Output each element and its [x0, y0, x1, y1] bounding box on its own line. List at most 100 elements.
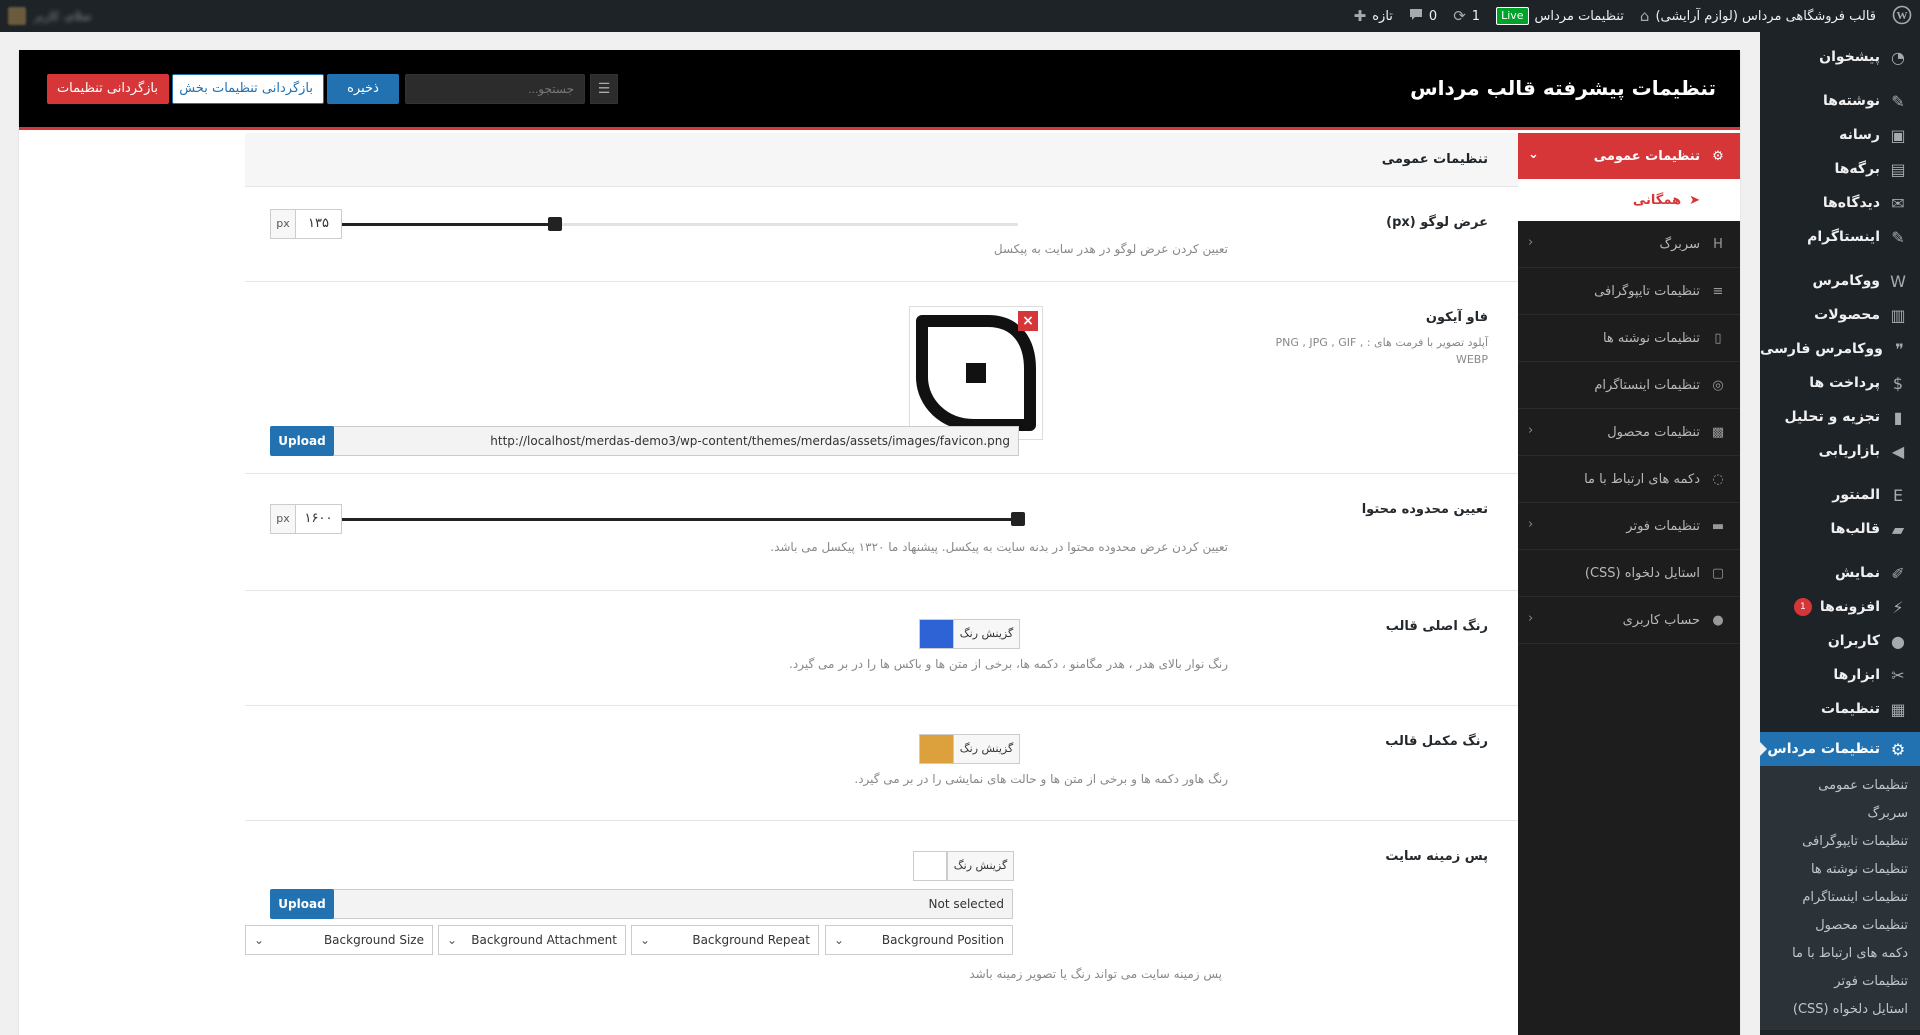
panel-header: تنظیمات پیشرفته قالب مرداس بازگردانی تنظ… — [19, 50, 1740, 130]
submenu-item-5[interactable]: تنظیمات اینستاگرام — [1760, 884, 1920, 912]
menu-item-7[interactable]: W ووکامرس — [1760, 264, 1920, 298]
nav-item-8[interactable]: ▢ استایل دلخواه (CSS) — [1518, 550, 1740, 597]
save-button[interactable]: ذخیره — [327, 74, 399, 104]
search-input[interactable] — [405, 74, 585, 104]
field-favicon: فاو آیکون آپلود تصویر با فرمت های : PNG … — [245, 282, 1518, 474]
field-title: رنگ مکمل قالب — [1385, 734, 1488, 749]
primary-color-picker[interactable]: گزینش رنگ — [919, 619, 1020, 649]
nav-item-6[interactable]: ◌ دکمه های ارتباط با ما — [1518, 456, 1740, 503]
logo-width-input[interactable]: px ۱۳۵ — [270, 209, 342, 239]
nav-item-4[interactable]: ◎ تنظیمات اینستاگرام — [1518, 362, 1740, 409]
menu-item-8[interactable]: ▥ محصولات — [1760, 298, 1920, 332]
nav-item-3[interactable]: ▯ تنظیمات نوشته ها — [1518, 315, 1740, 362]
submenu-item-2[interactable]: سربرگ — [1760, 800, 1920, 828]
menu-item-17[interactable]: ● کاربران — [1760, 624, 1920, 658]
background-size-select[interactable]: Background Size ⌄ — [245, 925, 433, 955]
background-color-picker[interactable]: گزینش رنگ — [913, 851, 1014, 881]
background-attachment-select[interactable]: Background Attachment ⌄ — [438, 925, 626, 955]
remove-favicon-button[interactable]: × — [1018, 311, 1038, 331]
menu-separator — [1760, 74, 1920, 84]
home-icon: ⌂ — [1639, 6, 1650, 25]
menu-item-3[interactable]: ▣ رسانه — [1760, 118, 1920, 152]
user-avatar[interactable] — [8, 7, 26, 25]
updates-link[interactable]: ⟳ 1 — [1445, 0, 1488, 32]
field-subtitle: آپلود تصویر با فرمت های : PNG , JPG , GI… — [1275, 336, 1489, 366]
slider-handle[interactable] — [548, 217, 563, 231]
nav-item-label: تنظیمات تایپوگرافی — [1594, 283, 1700, 299]
content-width-slider[interactable] — [318, 512, 1025, 526]
menu-item-5[interactable]: ✉ دیدگاه‌ها — [1760, 186, 1920, 220]
submenu-item-8[interactable]: تنظیمات فوتر — [1760, 968, 1920, 996]
content-width-input[interactable]: px ۱۶۰۰ — [270, 504, 342, 534]
nav-item-1[interactable]: H سربرگ ‹ — [1518, 221, 1740, 268]
secondary-color-picker[interactable]: گزینش رنگ — [919, 734, 1020, 764]
pick-color-button[interactable]: گزینش رنگ — [947, 852, 1013, 880]
menu-item-label: بازاریابی — [1818, 443, 1880, 459]
nav-item-9[interactable]: ● حساب کاربری ‹ — [1518, 597, 1740, 644]
menu-item-9[interactable]: ❞ ووکامرس فارسی — [1760, 332, 1920, 366]
submenu-item-7[interactable]: دکمه های ارتباط با ما — [1760, 940, 1920, 968]
submenu-item-3[interactable]: تنظیمات تایپوگرافی — [1760, 828, 1920, 856]
nav-item-general[interactable]: ⚙ تنظیمات عمومی ⌄ — [1518, 133, 1740, 179]
nav-sub-item-general[interactable]: ➤ همگانی — [1518, 179, 1740, 221]
favicon-upload-button[interactable]: Upload — [270, 426, 334, 456]
comments-link[interactable]: 0 — [1401, 0, 1445, 32]
nav-item-2[interactable]: ≡ تنظیمات تایپوگرافی — [1518, 268, 1740, 315]
site-name-link[interactable]: ⌂ قالب فروشگاهی مرداس (لوازم آرایشی) — [1632, 0, 1884, 32]
menu-item-12[interactable]: ◀ بازاریابی — [1760, 434, 1920, 468]
chart-icon: ▮ — [1893, 407, 1903, 427]
updates-count: 1 — [1471, 8, 1481, 24]
menu-item-label: برگه‌ها — [1834, 161, 1880, 177]
menu-item-15[interactable]: ✐ نمایش — [1760, 556, 1920, 590]
menu-item-14[interactable]: ▰ قالب‌ها — [1760, 512, 1920, 546]
field-description: رنگ هاور دکمه ها و برخی از متن ها و حالت… — [854, 772, 1228, 786]
background-repeat-select[interactable]: Background Repeat ⌄ — [631, 925, 819, 955]
menu-item-merdas-settings[interactable]: ⚙ تنظیمات مرداس — [1760, 732, 1920, 766]
background-image-input[interactable]: Not selected — [327, 889, 1013, 919]
submenu-item-9[interactable]: استایل دلخواه (CSS) — [1760, 996, 1920, 1024]
background-position-select[interactable]: Background Position ⌄ — [825, 925, 1013, 955]
nav-item-5[interactable]: ▩ تنظیمات محصول ‹ — [1518, 409, 1740, 456]
merdas-settings-link[interactable]: Live تنظیمات مرداس — [1488, 0, 1632, 32]
unit-label: px — [271, 505, 296, 533]
menu-item-2[interactable]: ✎ نوشته‌ها — [1760, 84, 1920, 118]
submenu-item-1[interactable]: تنظیمات عمومی — [1760, 772, 1920, 800]
menu-item-11[interactable]: ▮ تجزیه و تحلیل — [1760, 400, 1920, 434]
favicon-url-input[interactable]: http://localhost/merdas-demo3/wp-content… — [327, 426, 1019, 456]
menu-item-16[interactable]: ⚡ افزونه‌ها 1 — [1760, 590, 1920, 624]
background-upload-button[interactable]: Upload — [270, 889, 334, 919]
settings-icon: ▦ — [1890, 699, 1906, 719]
menu-item-10[interactable]: $ پرداخت ها — [1760, 366, 1920, 400]
menu-item-6[interactable]: ✎ اینستاگرام — [1760, 220, 1920, 254]
menu-item-4[interactable]: ▤ برگه‌ها — [1760, 152, 1920, 186]
color-swatch[interactable] — [920, 735, 953, 763]
menu-item-13[interactable]: E المنتور — [1760, 478, 1920, 512]
reset-section-button[interactable]: بازگردانی تنظیمات بخش — [172, 74, 324, 104]
submenu-item-6[interactable]: تنظیمات محصول — [1760, 912, 1920, 940]
nav-item-label: دکمه های ارتباط با ما — [1584, 471, 1700, 487]
slider-handle[interactable] — [1011, 512, 1025, 526]
menu-item-label: تنظیمات مرداس — [1767, 741, 1880, 757]
favicon-preview: × — [909, 306, 1043, 440]
content-area: تنظیمات عمومی عرض لوگو (px) px ۱۳۵ تعیین… — [19, 133, 1518, 1035]
new-content-link[interactable]: ✚ تازه — [1346, 0, 1401, 32]
menu-item-19[interactable]: ▦ تنظیمات — [1760, 692, 1920, 726]
logo-width-slider[interactable] — [318, 217, 1018, 231]
wp-logo-button[interactable]: W — [1884, 0, 1920, 32]
reset-all-button[interactable]: بازگردانی تنظیمات — [47, 74, 169, 104]
chevron-left-icon: ‹ — [1528, 235, 1534, 250]
menu-item-label: کاربران — [1827, 633, 1880, 649]
submenu-item-4[interactable]: تنظیمات نوشته ها — [1760, 856, 1920, 884]
menu-item-18[interactable]: ✂ ابزارها — [1760, 658, 1920, 692]
pick-color-button[interactable]: گزینش رنگ — [953, 620, 1019, 648]
media-icon: ▣ — [1890, 125, 1906, 145]
nav-item-7[interactable]: ▬ تنظیمات فوتر ‹ — [1518, 503, 1740, 550]
field-content-width: تعیین محدوده محتوا px ۱۶۰۰ تعیین کردن عر… — [245, 474, 1518, 591]
user-greeting[interactable]: سلام، کاربر — [34, 9, 91, 23]
color-swatch[interactable] — [914, 852, 947, 880]
pick-color-button[interactable]: گزینش رنگ — [953, 735, 1019, 763]
color-swatch[interactable] — [920, 620, 953, 648]
menu-item-1[interactable]: ◔ پیشخوان — [1760, 40, 1920, 74]
nav-item-label: تنظیمات اینستاگرام — [1594, 377, 1700, 393]
menu-toggle-button[interactable]: ☰ — [590, 74, 618, 104]
